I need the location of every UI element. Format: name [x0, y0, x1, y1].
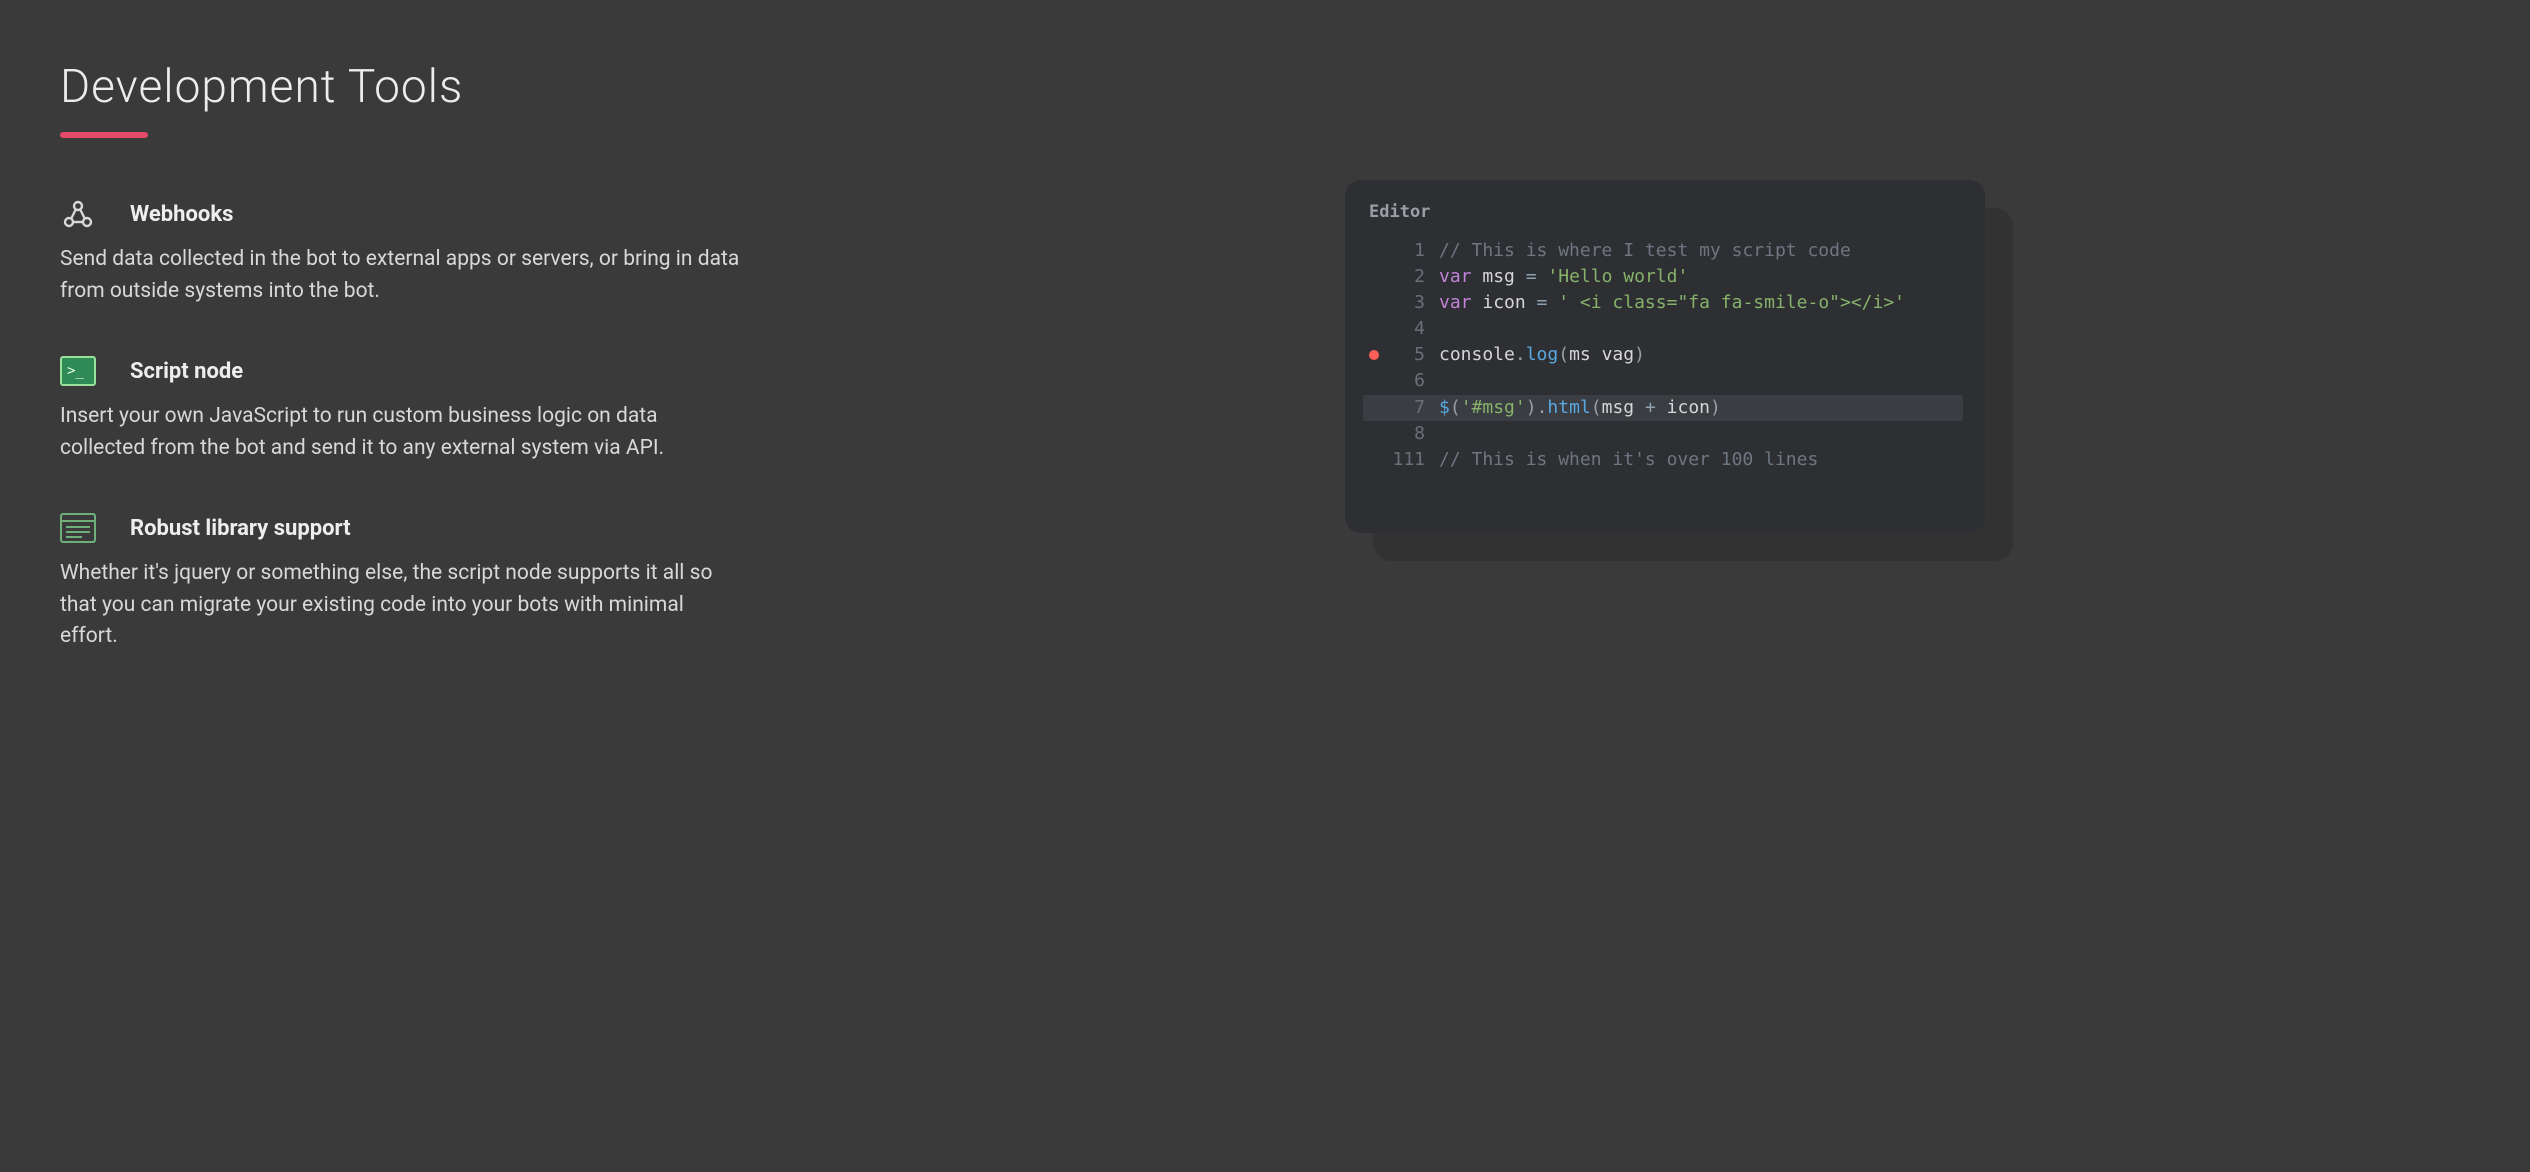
code-line: 1// This is where I test my script code: [1363, 238, 1963, 264]
code-line: 3var icon = ' <i class="fa fa-smile-o"><…: [1363, 290, 1963, 316]
line-number: 1: [1385, 238, 1439, 264]
feature-description: Send data collected in the bot to extern…: [60, 244, 740, 307]
code-content: var msg = 'Hello world': [1439, 264, 1688, 290]
line-number: 3: [1385, 290, 1439, 316]
feature-webhooks: Webhooks Send data collected in the bot …: [60, 198, 740, 307]
code-content: [1439, 421, 1450, 447]
code-line: 8: [1363, 421, 1963, 447]
terminal-icon: >_: [60, 355, 96, 387]
feature-title: Robust library support: [130, 516, 351, 541]
code-line: 7$('#msg').html(msg + icon): [1363, 395, 1963, 421]
code-content: var icon = ' <i class="fa fa-smile-o"></…: [1439, 290, 1905, 316]
line-number: 8: [1385, 421, 1439, 447]
heading-underline: [60, 132, 148, 138]
feature-script-node: >_ Script node Insert your own JavaScrip…: [60, 355, 740, 464]
code-line: 4: [1363, 316, 1963, 342]
feature-description: Whether it's jquery or something else, t…: [60, 558, 740, 653]
line-number: 7: [1385, 395, 1439, 421]
line-number: 5: [1385, 342, 1439, 368]
feature-library-support: Robust library support Whether it's jque…: [60, 512, 740, 653]
breakpoint-gutter: [1363, 350, 1385, 360]
breakpoint-dot-icon: [1369, 350, 1379, 360]
code-content: [1439, 316, 1450, 342]
svg-text:>_: >_: [67, 363, 84, 379]
code-content: // This is where I test my script code: [1439, 238, 1851, 264]
code-editor-card: Editor 1// This is where I test my scrip…: [1345, 180, 1985, 533]
code-content: $('#msg').html(msg + icon): [1439, 395, 1721, 421]
code-body: 1// This is where I test my script code2…: [1363, 238, 1963, 473]
line-number: 4: [1385, 316, 1439, 342]
code-content: console.log(ms vag): [1439, 342, 1645, 368]
line-number: 111: [1385, 447, 1439, 473]
editor-label: Editor: [1369, 202, 1963, 222]
code-line: 111// This is when it's over 100 lines: [1363, 447, 1963, 473]
line-number: 6: [1385, 368, 1439, 394]
code-line: 2var msg = 'Hello world': [1363, 264, 1963, 290]
code-line: 5console.log(ms vag): [1363, 342, 1963, 368]
code-line: 6: [1363, 368, 1963, 394]
code-content: [1439, 368, 1450, 394]
feature-title: Webhooks: [130, 202, 233, 227]
feature-description: Insert your own JavaScript to run custom…: [60, 401, 740, 464]
webhook-icon: [60, 198, 96, 230]
code-editor: Editor 1// This is where I test my scrip…: [1345, 180, 1985, 533]
line-number: 2: [1385, 264, 1439, 290]
code-content: // This is when it's over 100 lines: [1439, 447, 1818, 473]
section-heading: Development Tools: [60, 60, 740, 114]
feature-title: Script node: [130, 359, 243, 384]
library-icon: [60, 512, 96, 544]
